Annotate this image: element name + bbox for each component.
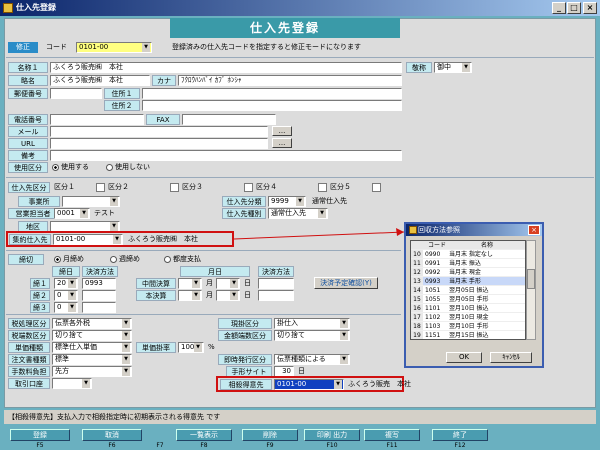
list-cell-code: 1055 (425, 296, 441, 303)
scroll-thumb[interactable] (527, 269, 535, 289)
list-cell-name: 翌月10日 振込 (449, 305, 489, 312)
fkey-number: F10 (326, 442, 338, 449)
list-cell-no: 17 (411, 313, 423, 321)
list-item[interactable]: 16 1101 翌月10日 振込 (411, 304, 525, 313)
fkey-button-f8[interactable]: 一覧表示 (176, 429, 232, 441)
list-cell-code: 0993 (425, 278, 441, 285)
list-cell-no: 11 (411, 259, 423, 267)
list-cell-name: 翌月15日 振込 (449, 332, 489, 339)
list-item[interactable]: 14 1051 翌月05日 振込 (411, 286, 525, 295)
dialog-scrollbar[interactable] (526, 240, 536, 340)
list-cell-code: 0991 (425, 260, 441, 267)
list-cell-name: 当月末 手形 (449, 278, 481, 285)
dialog-ok-button[interactable]: OK (446, 352, 482, 363)
list-cell-no: 14 (411, 286, 423, 294)
status-bar: 【相殺得意先】支払入力で相殺指定時に初期表示される得意先 です (4, 410, 596, 424)
dialog-cancel-button[interactable]: ｷｬﾝｾﾙ (490, 352, 532, 363)
list-item[interactable]: 19 1151 翌月15日 振込 (411, 331, 525, 339)
list-cell-name: 当月末 振込 (449, 260, 481, 267)
fkey-button-f10[interactable]: 印刷 出力 (304, 429, 360, 441)
list-cell-no: 10 (411, 250, 423, 258)
fkey-number: F11 (386, 442, 398, 449)
fkey-number: F8 (200, 442, 208, 449)
list-cell-code: 1103 (425, 323, 441, 330)
list-cell-code: 0990 (425, 251, 441, 258)
fkey-button-f11[interactable]: 複写 (364, 429, 420, 441)
list-item[interactable]: 18 1103 翌月10日 手形 (411, 322, 525, 331)
col-code-header: コード (427, 242, 446, 249)
list-cell-no: 18 (411, 322, 423, 330)
list-cell-code: 1151 (425, 332, 441, 339)
method-list: コード 名称 10 0990 当月末 指定なし 11 0991 当月末 振込 12 0992 当… (410, 240, 526, 340)
list-cell-name: 当月末 現金 (449, 269, 481, 276)
fkey-number: F12 (454, 442, 466, 449)
list-cell-code: 1102 (425, 314, 441, 321)
list-item[interactable]: 13 0993 当月末 手形 (411, 277, 525, 286)
list-cell-code: 1051 (425, 287, 441, 294)
list-cell-code: 0992 (425, 269, 441, 276)
fkey-button-f12[interactable]: 終了 (432, 429, 488, 441)
list-cell-name: 当月末 指定なし (449, 251, 493, 258)
list-cell-code: 1101 (425, 305, 441, 312)
list-cell-no: 19 (411, 331, 423, 339)
fkey-number: F9 (266, 442, 274, 449)
fkey-button-f9[interactable]: 削除 (242, 429, 298, 441)
fkey-button-f6[interactable]: 取消 (82, 429, 142, 441)
col-name-header: 名称 (480, 242, 493, 249)
list-cell-name: 翌月05日 振込 (449, 287, 489, 294)
list-item[interactable]: 11 0991 当月末 振込 (411, 259, 525, 268)
dialog-title: 回収方法参照 (406, 224, 542, 236)
list-header: コード 名称 (411, 241, 525, 250)
list-item[interactable]: 17 1102 翌月10日 現金 (411, 313, 525, 322)
list-cell-no: 15 (411, 295, 423, 303)
fkey-number: F5 (36, 442, 44, 449)
list-item[interactable]: 10 0990 当月末 指定なし (411, 250, 525, 259)
list-cell-name: 翌月05日 手形 (449, 296, 489, 303)
fkey-button-f5[interactable]: 登録 (10, 429, 70, 441)
list-cell-no: 16 (411, 304, 423, 312)
list-cell-no: 12 (411, 268, 423, 276)
list-item[interactable]: 15 1055 翌月05日 手形 (411, 295, 525, 304)
dialog-app-icon (409, 226, 417, 234)
fkey-number: F7 (156, 442, 164, 449)
list-item[interactable]: 12 0992 当月末 現金 (411, 268, 525, 277)
dialog-close-icon[interactable]: × (528, 225, 540, 235)
fkey-number: F6 (108, 442, 116, 449)
list-cell-no: 13 (411, 277, 423, 285)
list-cell-name: 翌月10日 現金 (449, 314, 489, 321)
list-cell-name: 翌月10日 手形 (449, 323, 489, 330)
